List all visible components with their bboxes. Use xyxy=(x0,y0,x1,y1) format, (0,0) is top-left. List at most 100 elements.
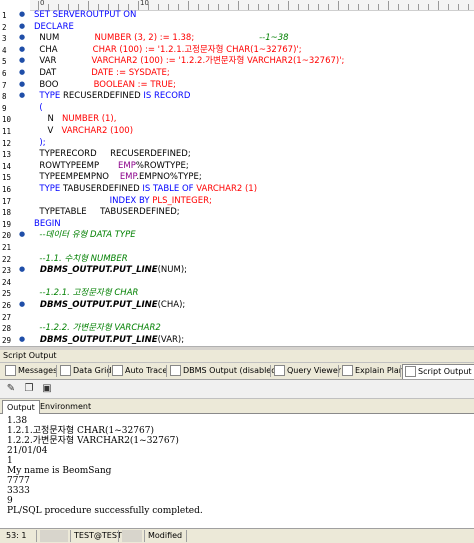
code-line: NUM NUMBER (3, 2) := 1.38; --1~38 xyxy=(34,33,288,44)
code-line: SET SERVEROUTPUT ON xyxy=(34,10,136,21)
tab-messages[interactable]: Messages xyxy=(3,364,59,378)
line-number: 12 xyxy=(2,138,12,148)
dbms-output-icon xyxy=(170,365,181,376)
breakpoint-marker-icon[interactable]: ● xyxy=(19,22,25,30)
code-token: INDEX BY xyxy=(109,195,153,206)
ruler-tick xyxy=(308,4,309,10)
line-number: 14 xyxy=(2,161,12,171)
ruler-tick xyxy=(438,1,439,10)
tab-output[interactable]: Output xyxy=(2,400,40,414)
output-line: 21/01/04 xyxy=(7,446,48,456)
breakpoint-marker-icon[interactable]: ● xyxy=(19,33,25,41)
ruler-tick xyxy=(358,4,359,10)
code-token: .EMPNO%TYPE; xyxy=(136,172,202,183)
cursor-position: 53: 1 xyxy=(6,531,27,540)
ruler-tick xyxy=(248,4,249,10)
code-line: DECLARE xyxy=(34,22,74,33)
ruler-tick xyxy=(408,4,409,10)
code-token: VARCHAR2 (100) xyxy=(61,126,134,136)
breakpoint-marker-icon[interactable]: ● xyxy=(19,45,25,53)
output-line: PL/SQL procedure successfully completed. xyxy=(7,506,203,516)
save-icon[interactable]: ▣ xyxy=(40,382,54,396)
code-token: ( xyxy=(34,102,43,113)
ruler-label: 10 xyxy=(140,0,149,7)
code-token: VARCHAR2 (100) := '1.2.2.가변문자형 VARCHAR2(… xyxy=(91,56,345,67)
tab-dbms-output-disabled[interactable]: DBMS Output (disabled) xyxy=(168,364,279,378)
sql-editor[interactable]: 0 10 1 ● 2 ● 3 ● 4 ● 5 ● 6 ● 7 ● 8 ● 9 10 11 12 13 14 15 16 17 18 1… xyxy=(0,0,474,346)
ruler-tick xyxy=(198,4,199,10)
breakpoint-marker-icon[interactable]: ● xyxy=(19,10,25,18)
code-token: BEGIN xyxy=(34,218,61,229)
output-line: 3333 xyxy=(7,486,30,496)
code-token: PLS_INTEGER; xyxy=(152,195,212,206)
code-token: --1.1. 수치형 NUMBER xyxy=(34,253,128,264)
code-token: TYPEEMPEMPNO xyxy=(34,172,120,183)
breakpoint-marker-icon[interactable]: ● xyxy=(19,56,25,64)
tab-separator xyxy=(400,365,401,377)
code-token: IS TABLE OF xyxy=(142,184,197,194)
line-number: 27 xyxy=(2,312,12,322)
tab-label: Explain Plan xyxy=(355,366,404,375)
breakpoint-marker-icon[interactable]: ● xyxy=(19,265,25,273)
code-token: DATE := SYSDATE; xyxy=(91,68,170,78)
code-token: N xyxy=(34,114,62,125)
line-number: 20 xyxy=(2,231,12,241)
tab-auto-trace[interactable]: Auto Trace xyxy=(110,364,168,378)
ruler-tick xyxy=(138,1,139,10)
breakpoint-marker-icon[interactable]: ● xyxy=(19,230,25,238)
tab-explain-plan[interactable]: Explain Plan xyxy=(340,364,404,378)
tab-script-output[interactable]: Script Output xyxy=(402,364,474,379)
line-number: 15 xyxy=(2,173,12,183)
code-token: BOO xyxy=(34,79,94,90)
breakpoint-marker-icon[interactable]: ● xyxy=(19,80,25,88)
line-number: 23 xyxy=(2,266,12,276)
ruler-tick xyxy=(328,4,329,10)
code-line: DBMS_OUTPUT.PUT_LINE(CHA); xyxy=(34,300,185,311)
clear-icon[interactable]: ✎ xyxy=(4,382,18,396)
code-token: TABUSERDEFINED xyxy=(63,184,143,194)
breakpoint-marker-icon[interactable]: ● xyxy=(19,335,25,343)
output-line: 7777 xyxy=(7,476,30,486)
breakpoint-marker-icon[interactable]: ● xyxy=(19,68,25,76)
breakpoint-marker-icon[interactable]: ● xyxy=(19,300,25,308)
line-number: 22 xyxy=(2,254,12,264)
ruler-tick xyxy=(318,4,319,10)
ruler-tick xyxy=(88,1,89,10)
ruler-tick xyxy=(208,4,209,10)
code-line: ( xyxy=(34,102,43,114)
code-token: (CHA); xyxy=(157,300,186,310)
tab-query-viewer[interactable]: Query Viewer xyxy=(272,364,341,378)
ruler-tick xyxy=(178,4,179,10)
ruler-tick xyxy=(398,4,399,10)
ruler-tick xyxy=(418,4,419,10)
tab-separator xyxy=(338,365,339,377)
ruler-tick xyxy=(168,4,169,10)
line-number: 6 xyxy=(2,69,7,78)
auto-trace-icon xyxy=(112,365,123,376)
code-token: (VAR); xyxy=(157,334,185,345)
output-line: 1 xyxy=(7,456,13,466)
code-line: --1.2.2. 가변문자형 VARCHAR2 xyxy=(34,323,160,334)
code-line: TYPE TABUSERDEFINED IS TABLE OF VARCHAR2… xyxy=(34,184,257,195)
line-number-gutter: 1 ● 2 ● 3 ● 4 ● 5 ● 6 ● 7 ● 8 ● 9 10 11 12 13 14 15 16 17 18 19 20 ●… xyxy=(0,10,30,346)
code-token: DBMS_OUTPUT.PUT_LINE xyxy=(34,334,158,345)
line-number: 25 xyxy=(2,289,12,299)
line-number: 19 xyxy=(2,219,12,229)
code-line: --1.1. 수치형 NUMBER xyxy=(34,253,128,265)
connection-label: TEST@TEST xyxy=(74,531,122,540)
tab-separator xyxy=(108,365,109,377)
ruler-tick xyxy=(38,1,39,10)
code-token: VARCHAR2 (1) xyxy=(196,184,258,194)
tab-environment[interactable]: Environment xyxy=(36,400,95,413)
ruler-tick xyxy=(448,4,449,10)
breakpoint-marker-icon[interactable]: ● xyxy=(19,91,25,99)
code-token: TYPE xyxy=(34,184,63,194)
copy-icon[interactable]: ❐ xyxy=(22,382,36,396)
tab-data-grid[interactable]: Data Grid xyxy=(58,364,111,378)
tab-separator xyxy=(56,365,57,377)
line-number: 1 xyxy=(2,11,7,20)
ruler-tick xyxy=(458,4,459,10)
script-output-text[interactable]: 1.38 1.2.1.고정문자형 CHAR(1~32767) 1.2.2.가변문자형… xyxy=(0,414,474,526)
code-line: BOO BOOLEAN := TRUE; xyxy=(34,80,176,91)
